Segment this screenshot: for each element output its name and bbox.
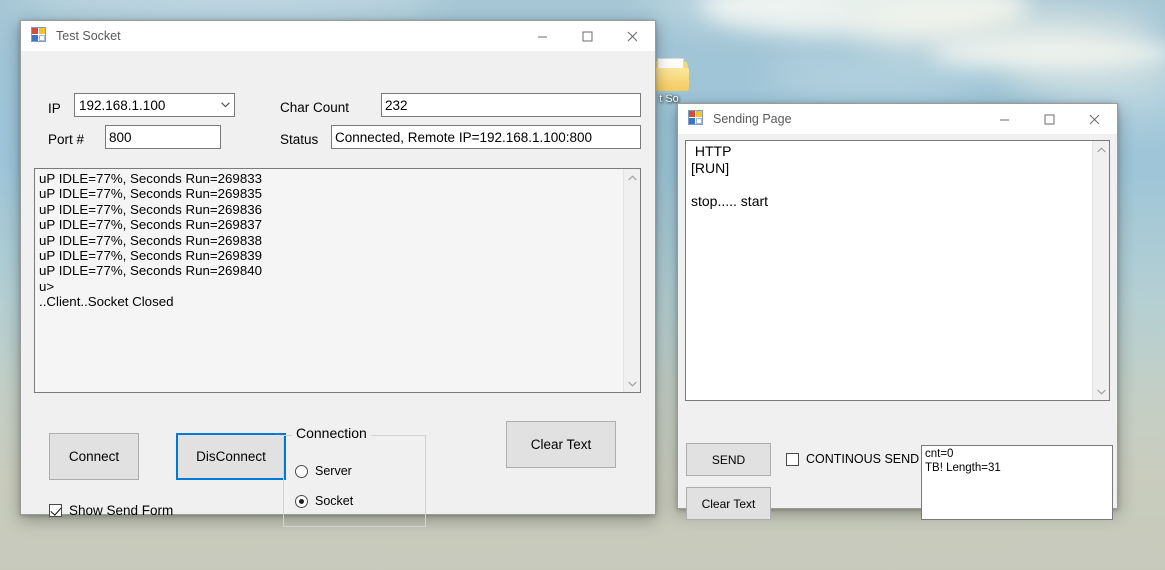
maximize-button[interactable] [565, 21, 610, 51]
show-send-form-indicator[interactable] [49, 504, 62, 517]
connection-groupbox-title: Connection [292, 425, 371, 441]
cloud-shape [860, 8, 1160, 54]
char-count-field[interactable]: 232 [381, 93, 641, 117]
window-controls [520, 21, 655, 51]
cloud-shape [20, 0, 440, 22]
app-icon [689, 111, 705, 127]
disconnect-button-label: DisConnect [196, 449, 266, 464]
window-sending-page[interactable]: Sending Page HTTP [RUN] stop..... start [677, 103, 1118, 509]
minimize-button[interactable] [982, 104, 1027, 134]
clear-text-button-label: Clear Text [531, 437, 592, 452]
clear-text-button[interactable]: Clear Text [506, 421, 616, 468]
clear-text-button[interactable]: Clear Text [686, 487, 771, 520]
radio-server-indicator[interactable] [295, 465, 308, 478]
scroll-track[interactable] [624, 186, 641, 375]
char-count-label: Char Count [280, 100, 349, 115]
show-send-form-label: Show Send Form [69, 503, 173, 518]
continuous-send-indicator[interactable] [786, 453, 799, 466]
titlebar-test-socket[interactable]: Test Socket [21, 21, 655, 51]
port-label: Port # [48, 132, 84, 147]
radio-socket-label: Socket [315, 494, 353, 508]
cloud-shape [700, 0, 1030, 38]
log-textarea[interactable]: uP IDLE=77%, Seconds Run=269833 uP IDLE=… [34, 168, 641, 393]
log-scrollbar[interactable] [623, 169, 640, 392]
scroll-up-icon[interactable] [624, 169, 641, 186]
close-button[interactable] [1072, 104, 1117, 134]
continuous-send-checkbox[interactable]: CONTINOUS SEND [786, 452, 919, 466]
message-scrollbar[interactable] [1092, 141, 1109, 400]
status-log-text: cnt=0 TB! Length=31 [922, 446, 1112, 519]
radio-server-label: Server [315, 464, 352, 478]
connection-groupbox: Connection Server Socket [283, 435, 426, 527]
scroll-track[interactable] [1093, 158, 1110, 383]
radio-socket[interactable]: Socket [295, 494, 353, 508]
minimize-button[interactable] [520, 21, 565, 51]
scroll-up-icon[interactable] [1093, 141, 1110, 158]
ip-combobox[interactable]: 192.168.1.100 [74, 93, 235, 117]
message-textarea[interactable]: HTTP [RUN] stop..... start [685, 140, 1110, 401]
message-text: HTTP [RUN] stop..... start [686, 141, 1092, 400]
port-field[interactable]: 800 [105, 125, 221, 149]
ip-value: 192.168.1.100 [79, 98, 217, 113]
close-button[interactable] [610, 21, 655, 51]
app-icon [32, 28, 48, 44]
port-value: 800 [109, 130, 132, 145]
scroll-down-icon[interactable] [1093, 383, 1110, 400]
status-label: Status [280, 132, 318, 147]
chevron-down-icon[interactable] [217, 102, 234, 108]
window-title: Test Socket [56, 29, 520, 43]
desktop-background: t So Test Socket [0, 0, 1165, 570]
connect-button-label: Connect [69, 449, 119, 464]
send-button-label: SEND [712, 453, 745, 467]
clear-text-button-label: Clear Text [702, 497, 756, 511]
window-test-socket[interactable]: Test Socket IP 192.168.1.100 [20, 20, 656, 515]
status-value: Connected, Remote IP=192.168.1.100:800 [335, 130, 592, 145]
cloud-shape [1000, 62, 1165, 92]
ip-label: IP [48, 101, 61, 116]
log-text: uP IDLE=77%, Seconds Run=269833 uP IDLE=… [35, 169, 623, 392]
radio-socket-indicator[interactable] [295, 495, 308, 508]
cloud-shape [760, 60, 990, 90]
scroll-down-icon[interactable] [624, 375, 641, 392]
status-log-textarea[interactable]: cnt=0 TB! Length=31 [921, 445, 1113, 520]
client-area-sending-page: HTTP [RUN] stop..... start SEND Clear Te… [678, 134, 1117, 508]
continuous-send-label: CONTINOUS SEND [806, 452, 919, 466]
char-count-value: 232 [385, 98, 408, 113]
cloud-shape [930, 36, 1165, 70]
client-area-test-socket: IP 192.168.1.100 Char Count 232 Port # 8… [21, 51, 655, 514]
send-button[interactable]: SEND [686, 443, 771, 476]
maximize-button[interactable] [1027, 104, 1072, 134]
status-field[interactable]: Connected, Remote IP=192.168.1.100:800 [331, 125, 641, 149]
show-send-form-checkbox[interactable]: Show Send Form [49, 503, 173, 518]
connect-button[interactable]: Connect [49, 433, 139, 480]
cloud-shape [640, 0, 840, 22]
radio-server[interactable]: Server [295, 464, 352, 478]
titlebar-sending-page[interactable]: Sending Page [678, 104, 1117, 134]
window-controls [982, 104, 1117, 134]
window-title: Sending Page [713, 112, 982, 126]
disconnect-button[interactable]: DisConnect [176, 433, 286, 480]
